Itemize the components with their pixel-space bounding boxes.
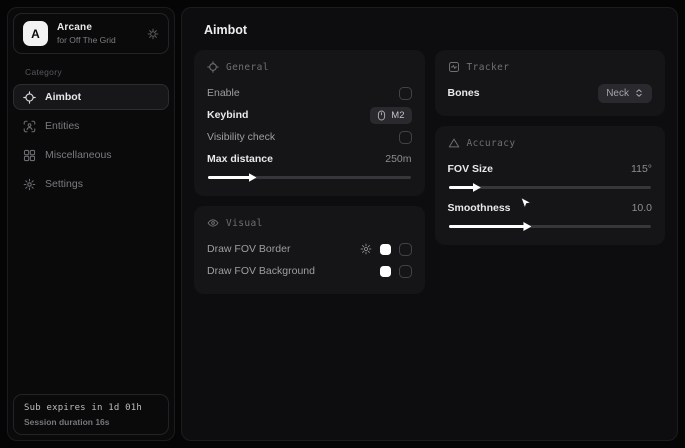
app-subtitle: for Off The Grid — [57, 35, 138, 45]
eye-icon — [207, 217, 219, 229]
smoothness-slider[interactable] — [449, 222, 652, 231]
keybind-button[interactable]: M2 — [370, 107, 411, 124]
session-duration-text: Session duration 16s — [24, 417, 158, 427]
keybind-row: Keybind M2 — [207, 104, 412, 126]
sub-expiry-text: Sub expires in 1d 01h — [24, 403, 158, 413]
keybind-label: Keybind — [207, 109, 248, 121]
slider-thumb[interactable] — [473, 183, 481, 192]
sidebar-item-label: Entities — [45, 120, 79, 132]
bones-row: Bones Neck — [448, 82, 653, 104]
sidebar-item-aimbot[interactable]: Aimbot — [13, 84, 169, 110]
fov-size-row: FOV Size 115° — [448, 158, 653, 180]
scan-person-icon — [23, 120, 36, 133]
app-logo-card: A Arcane for Off The Grid — [13, 13, 169, 54]
visual-panel-header: Visual — [207, 217, 412, 229]
bones-select[interactable]: Neck — [598, 84, 652, 103]
main-panel: Aimbot General Enable — [181, 7, 678, 441]
visual-panel: Visual Draw FOV Border — [194, 206, 425, 294]
draw-fov-background-checkbox[interactable] — [399, 265, 412, 278]
visibility-check-row: Visibility check — [207, 126, 412, 148]
smoothness-value: 10.0 — [632, 202, 652, 214]
crosshair-icon — [207, 61, 219, 73]
max-distance-row: Max distance 250m — [207, 148, 412, 170]
draw-fov-background-controls — [380, 265, 412, 278]
accuracy-panel: Accuracy FOV Size 115° Smoothness 10.0 — [435, 126, 666, 245]
fov-size-slider[interactable] — [449, 183, 652, 192]
fov-border-color-swatch[interactable] — [380, 244, 391, 255]
sidebar-item-entities[interactable]: Entities — [13, 113, 169, 139]
slider-thumb[interactable] — [249, 173, 257, 182]
smoothness-row: Smoothness 10.0 — [448, 197, 653, 219]
tracker-icon — [448, 61, 460, 73]
slider-fill — [449, 186, 475, 189]
fov-size-value: 115° — [631, 163, 652, 175]
sidebar-item-label: Miscellaneous — [45, 149, 112, 161]
app-name: Arcane — [57, 22, 138, 33]
mouse-cursor-icon — [520, 197, 532, 211]
draw-fov-background-label: Draw FOV Background — [207, 265, 315, 277]
mouse-icon — [377, 110, 386, 121]
general-panel: General Enable Keybind — [194, 50, 425, 196]
sidebar-nav: Aimbot Entities Miscellan — [8, 84, 174, 197]
sidebar-item-settings[interactable]: Settings — [13, 171, 169, 197]
category-label: Category — [25, 67, 174, 77]
right-column: Tracker Bones Neck — [435, 50, 666, 294]
fov-background-color-swatch[interactable] — [380, 266, 391, 277]
sidebar: A Arcane for Off The Grid Category Aimbo… — [7, 7, 175, 441]
bones-value: Neck — [606, 88, 629, 99]
visibility-check-label: Visibility check — [207, 131, 275, 143]
panel-title: Accuracy — [467, 138, 516, 149]
enable-row: Enable — [207, 82, 412, 104]
general-panel-header: General — [207, 61, 412, 73]
tracker-panel-header: Tracker — [448, 61, 653, 73]
visibility-check-checkbox[interactable] — [399, 131, 412, 144]
smoothness-label: Smoothness — [448, 202, 511, 214]
triangle-icon — [448, 137, 460, 149]
draw-fov-border-controls — [360, 243, 412, 256]
draw-fov-border-row: Draw FOV Border — [207, 238, 412, 260]
accuracy-panel-header: Accuracy — [448, 137, 653, 149]
draw-fov-border-label: Draw FOV Border — [207, 243, 290, 255]
app-logo: A — [23, 21, 48, 46]
slider-fill — [449, 225, 526, 228]
fov-size-label: FOV Size — [448, 163, 494, 175]
slider-fill — [208, 176, 251, 179]
panel-title: Visual — [226, 218, 263, 229]
gear-icon[interactable] — [360, 243, 372, 255]
gear-icon — [23, 178, 36, 191]
app-title-block: Arcane for Off The Grid — [57, 22, 138, 45]
gear-icon[interactable] — [147, 28, 159, 40]
sidebar-item-label: Settings — [45, 178, 83, 190]
keybind-value: M2 — [391, 110, 404, 121]
sidebar-item-miscellaneous[interactable]: Miscellaneous — [13, 142, 169, 168]
bones-label: Bones — [448, 87, 480, 99]
max-distance-value: 250m — [385, 153, 411, 165]
slider-thumb[interactable] — [523, 222, 531, 231]
enable-label: Enable — [207, 87, 240, 99]
draw-fov-border-checkbox[interactable] — [399, 243, 412, 256]
left-column: General Enable Keybind — [194, 50, 425, 294]
subscription-card: Sub expires in 1d 01h Session duration 1… — [13, 394, 169, 435]
crosshair-icon — [23, 91, 36, 104]
draw-fov-background-row: Draw FOV Background — [207, 260, 412, 282]
max-distance-slider[interactable] — [208, 173, 411, 182]
tracker-panel: Tracker Bones Neck — [435, 50, 666, 116]
sidebar-item-label: Aimbot — [45, 91, 81, 103]
chevron-up-down-icon — [634, 88, 644, 98]
grid-icon — [23, 149, 36, 162]
enable-checkbox[interactable] — [399, 87, 412, 100]
max-distance-label: Max distance — [207, 153, 273, 165]
panel-title: Tracker — [467, 62, 510, 73]
page-title: Aimbot — [204, 23, 668, 37]
panel-title: General — [226, 62, 269, 73]
panel-columns: General Enable Keybind — [191, 50, 668, 294]
